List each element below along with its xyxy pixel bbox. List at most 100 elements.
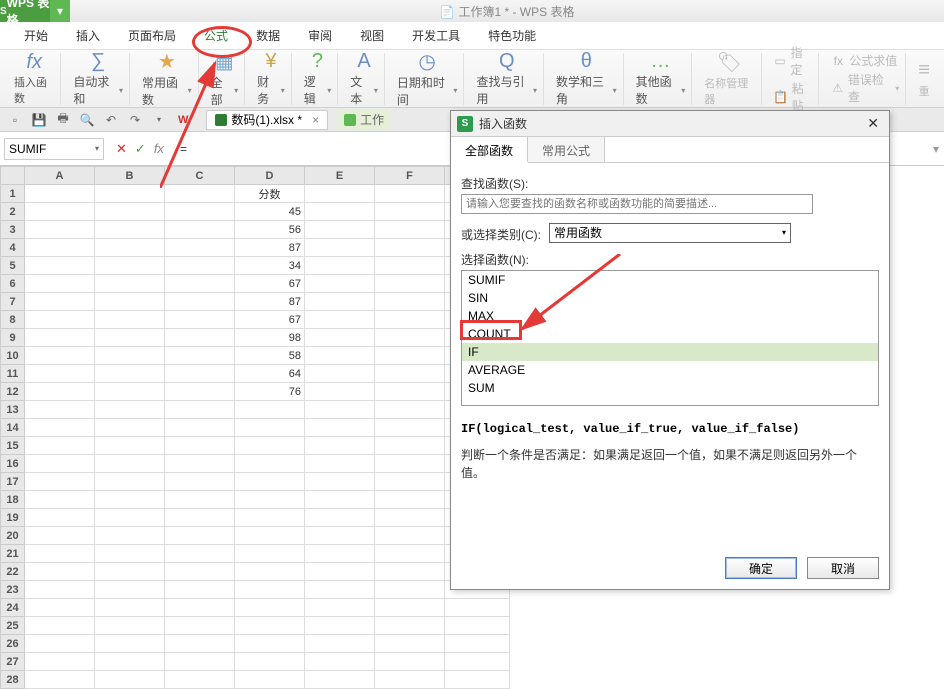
cell-C19[interactable] xyxy=(165,509,235,527)
search-input[interactable] xyxy=(461,194,813,214)
cell-B24[interactable] xyxy=(95,599,165,617)
cell-M28[interactable] xyxy=(445,671,510,689)
cell-C14[interactable] xyxy=(165,419,235,437)
cell-A9[interactable] xyxy=(25,329,95,347)
cell-C5[interactable] xyxy=(165,257,235,275)
cell-C4[interactable] xyxy=(165,239,235,257)
cell-D1[interactable]: 分数 xyxy=(235,185,305,203)
close-icon[interactable]: × xyxy=(312,113,319,127)
cell-A24[interactable] xyxy=(25,599,95,617)
cell-F21[interactable] xyxy=(375,545,445,563)
cell-D22[interactable] xyxy=(235,563,305,581)
row-header-22[interactable]: 22 xyxy=(1,563,25,581)
cell-A14[interactable] xyxy=(25,419,95,437)
cell-C13[interactable] xyxy=(165,401,235,419)
qat-dropdown[interactable]: ▾ xyxy=(150,111,168,129)
cell-B1[interactable] xyxy=(95,185,165,203)
cell-D17[interactable] xyxy=(235,473,305,491)
cell-A23[interactable] xyxy=(25,581,95,599)
cell-C2[interactable] xyxy=(165,203,235,221)
menu-视图[interactable]: 视图 xyxy=(346,21,398,50)
row-header-8[interactable]: 8 xyxy=(1,311,25,329)
cell-M27[interactable] xyxy=(445,653,510,671)
cell-A11[interactable] xyxy=(25,365,95,383)
cell-F28[interactable] xyxy=(375,671,445,689)
column-header-F[interactable]: F xyxy=(375,167,445,185)
autosum-button[interactable]: ∑自动求和▾ xyxy=(67,53,130,105)
cell-B22[interactable] xyxy=(95,563,165,581)
cell-A6[interactable] xyxy=(25,275,95,293)
cell-F6[interactable] xyxy=(375,275,445,293)
function-item-AVERAGE[interactable]: AVERAGE xyxy=(462,361,878,379)
cell-B21[interactable] xyxy=(95,545,165,563)
document-tab-secondary[interactable]: 工作 xyxy=(338,110,390,130)
cell-A5[interactable] xyxy=(25,257,95,275)
cell-A17[interactable] xyxy=(25,473,95,491)
cell-C15[interactable] xyxy=(165,437,235,455)
cell-F14[interactable] xyxy=(375,419,445,437)
save-icon[interactable]: 💾 xyxy=(30,111,48,129)
cell-B6[interactable] xyxy=(95,275,165,293)
row-header-25[interactable]: 25 xyxy=(1,617,25,635)
cell-F26[interactable] xyxy=(375,635,445,653)
cell-E16[interactable] xyxy=(305,455,375,473)
cell-B14[interactable] xyxy=(95,419,165,437)
cell-B13[interactable] xyxy=(95,401,165,419)
cell-E7[interactable] xyxy=(305,293,375,311)
cell-A8[interactable] xyxy=(25,311,95,329)
cell-D19[interactable] xyxy=(235,509,305,527)
function-item-SUM[interactable]: SUM xyxy=(462,379,878,397)
row-header-27[interactable]: 27 xyxy=(1,653,25,671)
cell-C25[interactable] xyxy=(165,617,235,635)
cell-E26[interactable] xyxy=(305,635,375,653)
cell-A26[interactable] xyxy=(25,635,95,653)
other-functions-button[interactable]: …其他函数▾ xyxy=(630,53,693,105)
row-header-7[interactable]: 7 xyxy=(1,293,25,311)
accept-formula-icon[interactable]: ✓ xyxy=(135,141,146,157)
cell-D25[interactable] xyxy=(235,617,305,635)
cell-A21[interactable] xyxy=(25,545,95,563)
select-all-corner[interactable] xyxy=(1,167,25,185)
cell-E15[interactable] xyxy=(305,437,375,455)
lookup-button[interactable]: Q查找与引用▾ xyxy=(470,53,544,105)
cell-A15[interactable] xyxy=(25,437,95,455)
cell-E27[interactable] xyxy=(305,653,375,671)
cell-C12[interactable] xyxy=(165,383,235,401)
cell-F5[interactable] xyxy=(375,257,445,275)
ok-button[interactable]: 确定 xyxy=(725,557,797,579)
cell-E11[interactable] xyxy=(305,365,375,383)
cell-D28[interactable] xyxy=(235,671,305,689)
cell-C27[interactable] xyxy=(165,653,235,671)
row-header-1[interactable]: 1 xyxy=(1,185,25,203)
function-listbox[interactable]: SUMIFSINMAXCOUNTIFAVERAGESUM xyxy=(461,270,879,406)
row-header-2[interactable]: 2 xyxy=(1,203,25,221)
cell-C21[interactable] xyxy=(165,545,235,563)
row-header-5[interactable]: 5 xyxy=(1,257,25,275)
cell-E1[interactable] xyxy=(305,185,375,203)
row-header-15[interactable]: 15 xyxy=(1,437,25,455)
cell-F15[interactable] xyxy=(375,437,445,455)
cell-D2[interactable]: 45 xyxy=(235,203,305,221)
cell-B27[interactable] xyxy=(95,653,165,671)
column-header-C[interactable]: C xyxy=(165,167,235,185)
cell-M26[interactable] xyxy=(445,635,510,653)
cell-B9[interactable] xyxy=(95,329,165,347)
cell-C16[interactable] xyxy=(165,455,235,473)
cell-D16[interactable] xyxy=(235,455,305,473)
cell-E5[interactable] xyxy=(305,257,375,275)
undo-icon[interactable]: ↶ xyxy=(102,111,120,129)
cell-D24[interactable] xyxy=(235,599,305,617)
print-icon[interactable]: 🖶 xyxy=(54,111,72,129)
menu-开发工具[interactable]: 开发工具 xyxy=(398,21,474,50)
cell-C24[interactable] xyxy=(165,599,235,617)
cell-D11[interactable]: 64 xyxy=(235,365,305,383)
function-item-IF[interactable]: IF xyxy=(462,343,878,361)
cell-E20[interactable] xyxy=(305,527,375,545)
row-header-4[interactable]: 4 xyxy=(1,239,25,257)
row-header-26[interactable]: 26 xyxy=(1,635,25,653)
chevron-down-icon[interactable]: ▾ xyxy=(95,144,99,153)
cell-D10[interactable]: 58 xyxy=(235,347,305,365)
cell-E4[interactable] xyxy=(305,239,375,257)
cell-F25[interactable] xyxy=(375,617,445,635)
cell-E14[interactable] xyxy=(305,419,375,437)
